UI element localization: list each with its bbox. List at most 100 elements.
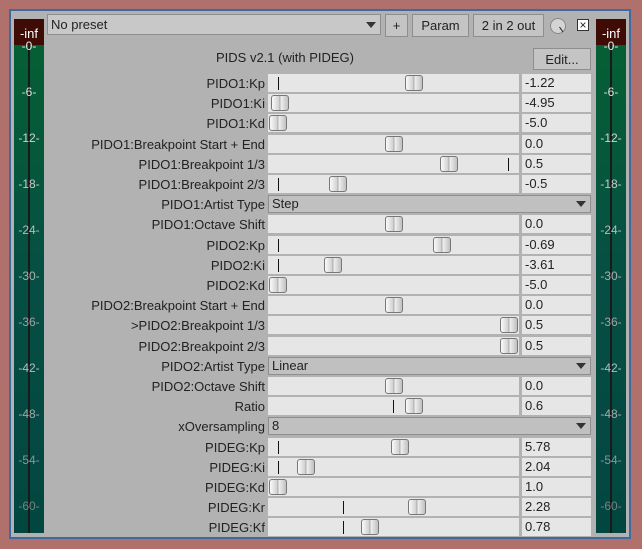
param-value-field[interactable]: -5.0 bbox=[522, 114, 591, 133]
param-slider[interactable] bbox=[268, 316, 519, 335]
preset-dropdown[interactable]: No preset bbox=[47, 14, 381, 35]
param-slider[interactable] bbox=[268, 377, 519, 395]
param-value-field[interactable]: 2.28 bbox=[522, 498, 591, 517]
param-value-field[interactable]: 0.6 bbox=[522, 397, 591, 416]
slider-thumb[interactable] bbox=[297, 458, 315, 475]
io-button[interactable]: 2 in 2 out bbox=[473, 14, 544, 37]
param-slider[interactable] bbox=[268, 276, 519, 294]
slider-thumb[interactable] bbox=[408, 499, 426, 516]
slider-thumb[interactable] bbox=[324, 256, 342, 273]
param-slider[interactable] bbox=[268, 498, 519, 517]
plugin-window: -inf -0- -6- -12- -18- -24- -30- -36- -42- -48- -… bbox=[9, 9, 631, 539]
param-value-field[interactable]: -5.0 bbox=[522, 276, 591, 294]
param-label: PIDO2:Breakpoint 2/3 bbox=[138, 338, 265, 354]
slider-thumb[interactable] bbox=[405, 75, 423, 91]
slider-thumb[interactable] bbox=[361, 519, 379, 536]
slider-thumb[interactable] bbox=[440, 155, 458, 172]
param-slider[interactable] bbox=[268, 74, 519, 92]
add-preset-button[interactable]: + bbox=[385, 14, 408, 37]
meter-tick-label: -0- bbox=[21, 39, 37, 53]
meter-tick-label: -60- bbox=[600, 499, 622, 513]
param-value-field[interactable]: 0.0 bbox=[522, 134, 591, 153]
param-label: Ratio bbox=[234, 399, 265, 415]
param-slider[interactable] bbox=[268, 134, 519, 153]
wet-dry-knob-icon[interactable] bbox=[550, 18, 566, 34]
param-button[interactable]: Param bbox=[412, 14, 469, 37]
param-dropdown[interactable]: 8 bbox=[268, 417, 591, 436]
slider-thumb[interactable] bbox=[329, 176, 347, 192]
slider-thumb[interactable] bbox=[500, 317, 518, 334]
slider-thumb[interactable] bbox=[405, 398, 423, 415]
param-label: PIDO1:Breakpoint 2/3 bbox=[138, 177, 265, 192]
slider-thumb[interactable] bbox=[385, 297, 403, 314]
param-value-field[interactable]: -0.69 bbox=[522, 235, 591, 254]
param-row-pideg-ki: PIDEG:Ki 2.04 bbox=[47, 457, 591, 477]
plugin-title: PIDS v2.1 (with PIDEG) bbox=[216, 50, 354, 65]
param-dropdown[interactable]: Linear bbox=[268, 356, 591, 375]
edit-button[interactable]: Edit... bbox=[533, 48, 591, 70]
param-value-field[interactable]: 0.0 bbox=[522, 215, 591, 234]
param-value-field[interactable]: 0.5 bbox=[522, 316, 591, 335]
meter-tick-label: -18- bbox=[18, 177, 40, 191]
param-slider[interactable] bbox=[268, 437, 519, 456]
param-row-pido1-artist-type: PIDO1:Artist Type Step bbox=[47, 195, 591, 214]
param-value-field[interactable]: 2.04 bbox=[522, 457, 591, 476]
slider-thumb[interactable] bbox=[269, 115, 287, 132]
param-slider[interactable] bbox=[268, 336, 519, 355]
default-marker bbox=[278, 238, 279, 252]
param-value-field[interactable]: 5.78 bbox=[522, 437, 591, 456]
param-value-field[interactable]: -1.22 bbox=[522, 74, 591, 92]
param-label: PIDEG:Kp bbox=[205, 439, 265, 455]
param-slider[interactable] bbox=[268, 235, 519, 254]
param-value-field[interactable]: 1.0 bbox=[522, 478, 591, 496]
param-row-pido1-breakpoint-2-3: PIDO1:Breakpoint 2/3 -0.5 bbox=[47, 175, 591, 194]
param-slider[interactable] bbox=[268, 296, 519, 315]
default-marker bbox=[278, 178, 279, 191]
param-value-field[interactable]: 0.5 bbox=[522, 336, 591, 355]
param-slider[interactable] bbox=[268, 255, 519, 274]
param-row-ratio: Ratio 0.6 bbox=[47, 397, 591, 416]
param-value-field[interactable]: -0.5 bbox=[522, 175, 591, 193]
param-label: xOversampling bbox=[178, 419, 265, 435]
param-label: PIDO1:Ki bbox=[210, 96, 265, 112]
param-slider[interactable] bbox=[268, 518, 519, 537]
param-slider[interactable] bbox=[268, 397, 519, 416]
param-value-field[interactable]: -3.61 bbox=[522, 255, 591, 274]
bypass-checkbox[interactable]: × bbox=[577, 19, 589, 31]
param-value-field[interactable]: 0.78 bbox=[522, 518, 591, 537]
param-slider[interactable] bbox=[268, 154, 519, 173]
meter-tick-label: -30- bbox=[600, 269, 622, 283]
default-marker bbox=[343, 501, 344, 515]
slider-thumb[interactable] bbox=[269, 277, 287, 293]
slider-thumb[interactable] bbox=[271, 95, 289, 112]
left-level-meter: -inf -0- -6- -12- -18- -24- -30- -36- -42- -48- -… bbox=[14, 19, 44, 533]
chevron-down-icon bbox=[576, 423, 586, 430]
param-value-field[interactable]: -4.95 bbox=[522, 94, 591, 113]
chevron-down-icon bbox=[576, 201, 586, 208]
slider-thumb[interactable] bbox=[385, 216, 403, 233]
slider-thumb[interactable] bbox=[433, 236, 451, 253]
default-marker bbox=[278, 460, 279, 474]
param-value-field[interactable]: 0.5 bbox=[522, 154, 591, 173]
param-slider[interactable] bbox=[268, 175, 519, 193]
param-slider[interactable] bbox=[268, 215, 519, 234]
param-dropdown[interactable]: Step bbox=[268, 195, 591, 214]
slider-thumb[interactable] bbox=[385, 135, 403, 152]
slider-thumb[interactable] bbox=[269, 479, 287, 495]
param-label: PIDEG:Kf bbox=[208, 520, 265, 536]
param-row-pido1-breakpoint-start-end: PIDO1:Breakpoint Start + End 0.0 bbox=[47, 134, 591, 154]
param-row-pideg-kf: PIDEG:Kf 0.78 bbox=[47, 518, 591, 537]
param-slider[interactable] bbox=[268, 114, 519, 133]
meter-tick-label: -42- bbox=[600, 361, 622, 375]
param-label: PIDO1:Breakpoint Start + End bbox=[91, 136, 265, 152]
param-value-field[interactable]: 0.0 bbox=[522, 377, 591, 395]
param-slider[interactable] bbox=[268, 478, 519, 496]
slider-thumb[interactable] bbox=[391, 438, 409, 455]
param-value-field[interactable]: 0.0 bbox=[522, 296, 591, 315]
slider-thumb[interactable] bbox=[500, 337, 518, 354]
param-row-pido2-kp: PIDO2:Kp -0.69 bbox=[47, 235, 591, 255]
param-slider[interactable] bbox=[268, 457, 519, 476]
slider-thumb[interactable] bbox=[385, 378, 403, 394]
right-level-meter: -inf -0- -6- -12- -18- -24- -30- -36- -42- -48- -… bbox=[596, 19, 626, 533]
param-slider[interactable] bbox=[268, 94, 519, 113]
